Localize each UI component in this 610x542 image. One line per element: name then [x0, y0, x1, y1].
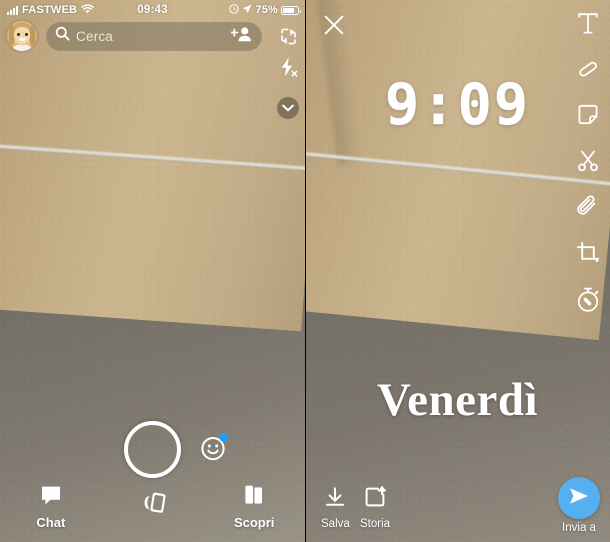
caption-text[interactable]: Venerdì: [305, 373, 610, 427]
save-label: Salva: [321, 518, 350, 530]
discover-cards-icon: [241, 484, 267, 511]
send-arrow-icon: [567, 485, 591, 512]
sidebar-item-camera[interactable]: [102, 491, 204, 524]
add-to-story-button[interactable]: Storia: [360, 486, 390, 530]
search-input[interactable]: Cerca: [46, 21, 262, 51]
status-bar: FASTWEB 09:43 75%: [0, 0, 305, 20]
avatar[interactable]: [7, 21, 37, 51]
bottom-nav: Chat Scopri: [0, 478, 305, 536]
text-T-icon[interactable]: [573, 8, 603, 38]
shutter-button[interactable]: [124, 421, 181, 478]
battery-icon: [281, 5, 301, 15]
paperclip-icon[interactable]: [573, 192, 603, 222]
search-icon: [55, 26, 70, 46]
flip-camera-icon[interactable]: [271, 27, 305, 46]
crop-icon[interactable]: [573, 238, 603, 268]
camera-top-bar: Cerca: [0, 18, 305, 54]
story-label: Storia: [360, 518, 391, 530]
save-button[interactable]: Salva: [321, 486, 350, 530]
add-to-story-icon: [364, 486, 387, 513]
chevron-down-icon[interactable]: [277, 97, 299, 119]
editor-action-bar: Salva Storia Invia a: [305, 470, 610, 542]
nav-label-chat: Chat: [36, 514, 66, 530]
new-lens-badge: [220, 433, 228, 441]
lens-smiley-icon[interactable]: [199, 433, 228, 462]
snap-clock-overlay: 9:09: [384, 72, 531, 139]
flash-off-icon[interactable]: [278, 56, 298, 83]
download-icon: [324, 486, 346, 513]
panel-divider: [305, 0, 306, 542]
stopwatch-infinity-icon[interactable]: [573, 284, 603, 314]
status-bar-clock: 09:43: [137, 4, 168, 16]
send-circle[interactable]: [558, 477, 600, 519]
add-friend-icon[interactable]: [230, 26, 253, 47]
chat-bubble-icon: [40, 485, 62, 511]
send-to-button[interactable]: Invia a: [558, 477, 600, 534]
editor-tool-rail: [573, 8, 603, 314]
nav-label-scopri: Scopri: [233, 515, 275, 530]
sidebar-item-chat[interactable]: Chat: [0, 485, 102, 530]
scissors-icon[interactable]: [573, 146, 603, 176]
send-label: Invia a: [562, 522, 596, 534]
snap-editor-panel: 9:09 Venerdì Salva Storia Invia a: [305, 0, 610, 542]
close-icon[interactable]: [323, 14, 347, 38]
search-placeholder: Cerca: [76, 28, 114, 44]
screenshot-root: FASTWEB 09:43 75% Cerca Chat Scopri 9:09…: [0, 0, 610, 542]
camera-side-rail: [277, 56, 299, 119]
sidebar-item-scopri[interactable]: Scopri: [203, 484, 305, 530]
camera-panel: FASTWEB 09:43 75% Cerca Chat Scopri: [0, 0, 305, 542]
camera-cards-icon: [138, 491, 168, 520]
